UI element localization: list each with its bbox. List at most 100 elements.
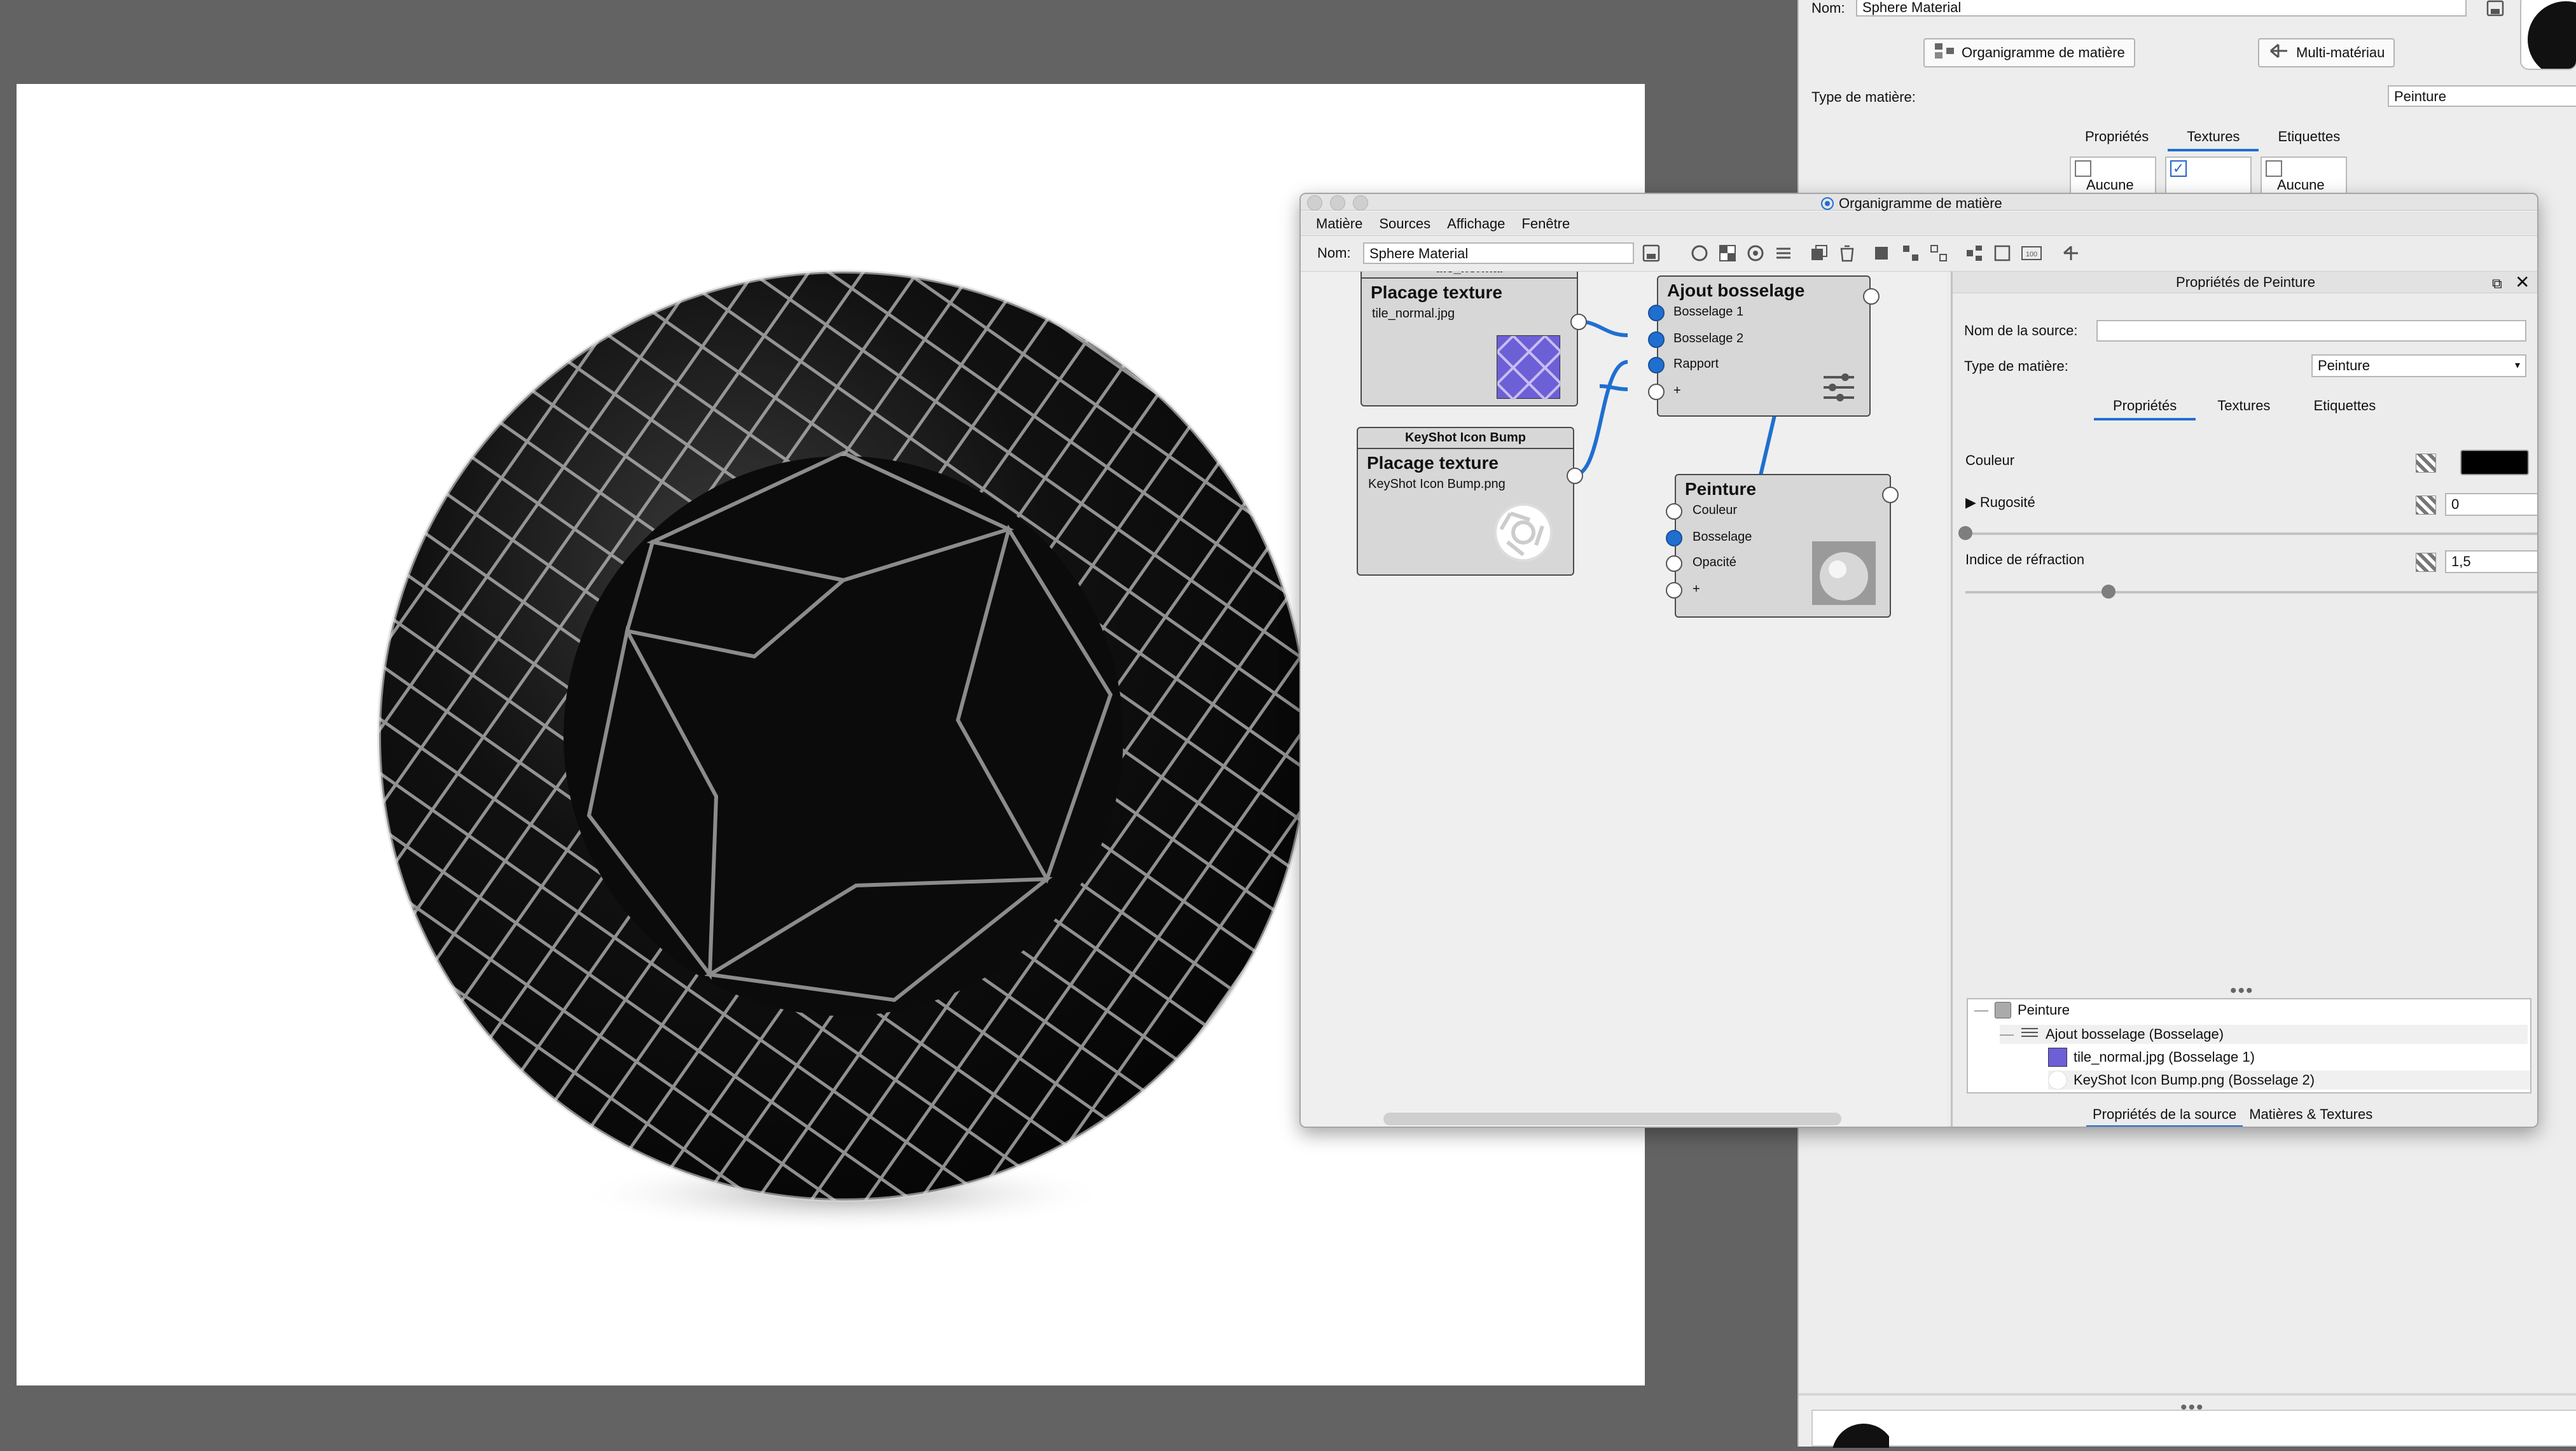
texture-toggle-icon[interactable] [2416,553,2436,572]
tree-node-tile-normal[interactable]: tile_normal.jpg (Bosselage 1) [2048,1048,2255,1067]
bump-output-pin[interactable] [1863,288,1880,305]
node-ajout-bosselage[interactable]: Ajout bosselage Bosselage 1 Bosselage 2 … [1657,275,1871,417]
node-title: Placage texture [1367,453,1499,473]
node-tile-normal[interactable]: tile_normal Placage texture tile_normal.… [1361,272,1578,406]
icon-output-pin[interactable] [1567,468,1583,484]
chevron-down-icon: ▾ [2514,360,2520,371]
texture-slot-1[interactable]: Aucune [2070,156,2156,195]
ungroup-icon[interactable] [1929,244,1948,266]
link-to-rapport [1599,384,1628,391]
paint-input-2-pin[interactable] [1666,530,1682,546]
bump-input-3-pin[interactable] [1648,357,1665,373]
collapse-icon[interactable]: — [2000,1026,2014,1043]
expand-triangle-icon[interactable]: ▶ [1965,494,1976,511]
node-title: Placage texture [1371,282,1502,302]
link-bump-to-paint [1759,415,1776,476]
texture-slot-2[interactable]: ✓ [2165,156,2252,195]
sphere-preview-icon[interactable] [1690,244,1709,266]
roughness-slider-handle[interactable] [1958,526,1972,540]
tab-materials-textures[interactable]: Matières & Textures [2243,1104,2379,1127]
tab-textures[interactable]: Textures [2196,394,2292,420]
tab-properties[interactable]: Propriétés [2094,394,2196,420]
texture-slot-1-checkbox[interactable] [2075,160,2091,177]
ior-input[interactable]: 1,5 [2445,550,2537,573]
window-titlebar[interactable]: Organigramme de matière [1301,194,2537,211]
tile-output-pin[interactable] [1570,314,1587,330]
adjust-icon [1821,370,1857,408]
graph-name-input[interactable]: Sphere Material [1363,242,1634,264]
zoom-window-button[interactable] [1353,195,1368,211]
fit-view-icon[interactable] [1993,244,2012,266]
utility-icon[interactable] [1746,244,1765,266]
menu-matiere[interactable]: Matière [1316,216,1362,232]
roughness-slider-track[interactable] [1965,532,2537,535]
tab-properties[interactable]: Propriétés [2066,125,2168,151]
node-peinture[interactable]: Peinture Couleur Bosselage Opacité + [1675,474,1891,618]
menu-fenetre[interactable]: Fenêtre [1521,216,1570,232]
material-thumbnail[interactable] [2520,0,2576,70]
bump-input-4-label: + [1673,384,1681,398]
bump-input-1-pin[interactable] [1648,305,1665,321]
menu-affichage[interactable]: Affichage [1447,216,1505,232]
texture-thumbnail-icon [2048,1048,2067,1067]
ior-slider-handle[interactable] [2102,585,2116,599]
duplicate-icon[interactable] [1810,244,1829,266]
delete-icon[interactable] [1838,244,1857,266]
node-filename: KeyShot Icon Bump.png [1368,477,1506,491]
source-name-input[interactable] [2096,320,2526,342]
texture-toggle-icon[interactable] [2416,454,2436,473]
collapse-icon[interactable]: — [1974,1002,1988,1018]
tab-labels[interactable]: Etiquettes [2292,394,2397,420]
bump-input-1-label: Bosselage 1 [1673,305,1744,319]
zoom-100-icon[interactable]: 100 [2021,244,2042,266]
close-window-button[interactable] [1307,195,1322,211]
tab-labels[interactable]: Etiquettes [2259,125,2359,151]
graph-canvas[interactable]: tile_normal Placage texture tile_normal.… [1301,272,1947,1127]
texture-toggle-icon[interactable] [2416,496,2436,515]
radio-icon [1821,197,1834,210]
texture-slot-3[interactable]: Aucune [2261,156,2347,195]
tile-normal-thumbnail [1496,335,1562,401]
node-keyshot-icon-bump[interactable]: KeyShot Icon Bump Placage texture KeySho… [1357,427,1574,576]
adjust-icon[interactable] [1774,244,1793,266]
tree-node-keyshot-icon[interactable]: KeyShot Icon Bump.png (Bosselage 2) [2048,1071,2530,1090]
svg-text:100: 100 [2026,251,2037,258]
ior-slider-track[interactable] [1965,591,2537,594]
graph-scrollbar[interactable] [1383,1113,1841,1125]
material-type-select[interactable]: Peinture [2388,85,2576,107]
split-icon[interactable] [2061,244,2081,266]
menu-sources[interactable]: Sources [1379,216,1430,232]
render-node-icon[interactable] [1873,244,1892,266]
close-icon[interactable]: ✕ [2515,272,2530,293]
roughness-input[interactable]: 0 [2445,493,2537,516]
arrange-icon[interactable] [1965,244,1984,266]
bump-input-2-pin[interactable] [1648,331,1665,348]
save-icon[interactable] [2486,0,2505,17]
tab-source-properties[interactable]: Propriétés de la source [2086,1104,2243,1127]
color-swatch[interactable] [2460,450,2529,475]
roughness-row[interactable]: ▶ Rugosité [1965,494,2035,511]
paint-input-1-pin[interactable] [1666,503,1682,520]
material-graph-button[interactable]: Organigramme de matière [1923,38,2135,67]
tree-node-peinture[interactable]: — Peinture [1974,1002,2070,1018]
multi-material-button[interactable]: Multi-matériau [2258,38,2395,67]
paint-input-3-pin[interactable] [1666,555,1682,572]
tree-node-ajout-bosselage[interactable]: — Ajout bosselage (Bosselage) [2000,1025,2528,1044]
bump-input-4-pin[interactable] [1648,384,1665,400]
panel-divider [1799,1393,2576,1396]
texture-slot-2-checkbox[interactable]: ✓ [2170,160,2187,177]
material-type-label: Type de matière: [1811,89,1916,105]
paint-output-pin[interactable] [1882,487,1899,503]
texture-icon[interactable] [1718,244,1737,266]
minimize-window-button[interactable] [1330,195,1345,211]
material-type-select[interactable]: Peinture ▾ [2311,354,2526,377]
paint-input-4-pin[interactable] [1666,582,1682,599]
properties-title: Propriétés de Peinture [2176,274,2315,290]
save-icon[interactable] [1642,244,1661,266]
tab-textures[interactable]: Textures [2168,125,2259,151]
material-name-input[interactable]: Sphere Material [1856,0,2467,17]
multi-material-icon [2268,42,2290,64]
group-icon[interactable] [1901,244,1920,266]
float-panel-icon[interactable]: ⧉ [2492,275,2502,292]
texture-slot-3-checkbox[interactable] [2266,160,2282,177]
